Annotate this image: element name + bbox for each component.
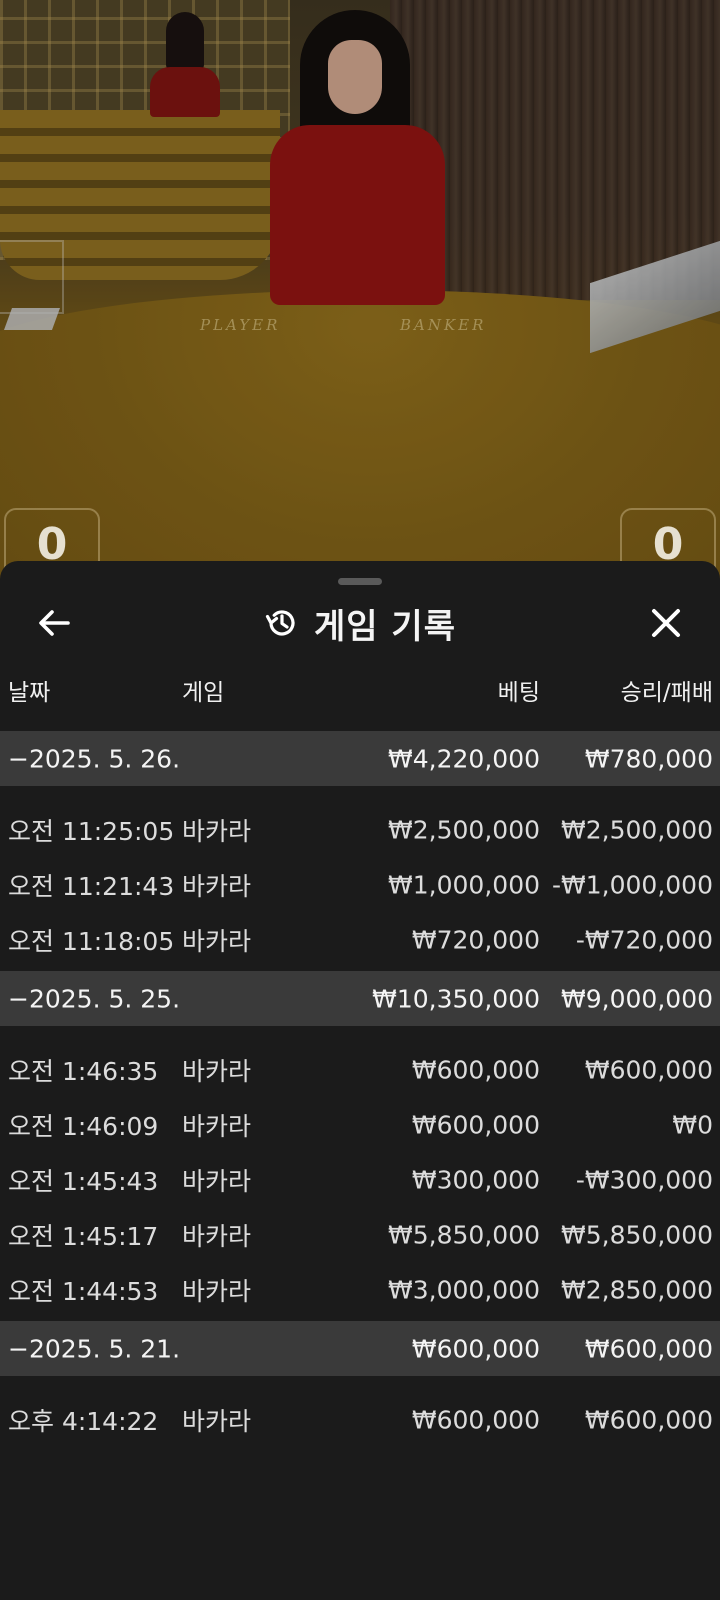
- sheet-title: 게임 기록: [0, 591, 720, 655]
- group-total-win: ₩600,000: [584, 1334, 713, 1363]
- date-group-header[interactable]: −2025. 5. 21. ₩600,000 ₩600,000: [0, 1321, 720, 1376]
- group-total-win: ₩780,000: [584, 744, 713, 773]
- row-bet: ₩3,000,000: [388, 1275, 540, 1304]
- row-win-loss: ₩600,000: [584, 1405, 713, 1434]
- date-group: −2025. 5. 21. ₩600,000 ₩600,000 오후 4:14:…: [0, 1321, 720, 1451]
- history-row[interactable]: 오전 1:44:53 바카라 ₩3,000,000 ₩2,850,000: [0, 1262, 720, 1317]
- date-group-header[interactable]: −2025. 5. 26. ₩4,220,000 ₩780,000: [0, 731, 720, 786]
- history-row[interactable]: 오전 1:45:43 바카라 ₩300,000 -₩300,000: [0, 1152, 720, 1207]
- page-title: 게임 기록: [314, 606, 456, 647]
- row-time: 오전 11:18:05: [8, 926, 175, 956]
- row-game: 바카라: [182, 871, 252, 901]
- game-history-sheet: 게임 기록 날짜 게임 베팅 승리/패배 −2025. 5. 26. ₩4,22…: [0, 561, 720, 1600]
- history-row[interactable]: 오전 11:18:05 바카라 ₩720,000 -₩720,000: [0, 912, 720, 967]
- row-game: 바카라: [182, 1406, 252, 1436]
- table-header: 날짜 게임 베팅 승리/패배: [0, 673, 720, 729]
- column-header-game: 게임: [182, 680, 225, 706]
- row-bet: ₩1,000,000: [388, 870, 540, 899]
- row-game: 바카라: [182, 926, 252, 956]
- row-win-loss: ₩2,500,000: [561, 815, 713, 844]
- row-time: 오전 11:21:43: [8, 871, 175, 901]
- row-bet: ₩720,000: [411, 925, 540, 954]
- column-header-bet: 베팅: [497, 680, 540, 706]
- row-time: 오전 1:46:35: [8, 1056, 159, 1086]
- row-bet: ₩600,000: [411, 1110, 540, 1139]
- live-video-feed: PLAYER BANKER 0 0: [0, 0, 720, 600]
- row-time: 오전 1:45:43: [8, 1166, 159, 1196]
- group-date: −2025. 5. 25.: [8, 984, 181, 1013]
- row-win-loss: ₩0: [672, 1110, 713, 1139]
- group-total-bet: ₩10,350,000: [372, 984, 540, 1013]
- row-bet: ₩300,000: [411, 1165, 540, 1194]
- history-row[interactable]: 오전 11:25:05 바카라 ₩2,500,000 ₩2,500,000: [0, 802, 720, 857]
- date-group: −2025. 5. 25. ₩10,350,000 ₩9,000,000 오전 …: [0, 971, 720, 1321]
- column-header-win-loss: 승리/패배: [620, 680, 713, 706]
- row-win-loss: -₩720,000: [575, 925, 713, 954]
- column-header-date: 날짜: [8, 680, 51, 706]
- row-win-loss: -₩300,000: [575, 1165, 713, 1194]
- group-total-win: ₩9,000,000: [561, 984, 713, 1013]
- drag-handle[interactable]: [338, 578, 382, 585]
- row-time: 오전 1:45:17: [8, 1221, 159, 1251]
- history-list: −2025. 5. 26. ₩4,220,000 ₩780,000 오전 11:…: [0, 731, 720, 1451]
- history-row[interactable]: 오전 1:46:35 바카라 ₩600,000 ₩600,000: [0, 1042, 720, 1097]
- row-time: 오후 4:14:22: [8, 1406, 159, 1436]
- group-total-bet: ₩4,220,000: [388, 744, 540, 773]
- history-row[interactable]: 오전 11:21:43 바카라 ₩1,000,000 -₩1,000,000: [0, 857, 720, 912]
- row-game: 바카라: [182, 1221, 252, 1251]
- row-time: 오전 11:25:05: [8, 816, 175, 846]
- date-group-header[interactable]: −2025. 5. 25. ₩10,350,000 ₩9,000,000: [0, 971, 720, 1026]
- close-button[interactable]: [642, 599, 690, 647]
- row-time: 오전 1:44:53: [8, 1276, 159, 1306]
- row-bet: ₩5,850,000: [388, 1220, 540, 1249]
- row-game: 바카라: [182, 1166, 252, 1196]
- close-icon: [652, 609, 680, 637]
- group-total-bet: ₩600,000: [411, 1334, 540, 1363]
- row-time: 오전 1:46:09: [8, 1111, 159, 1141]
- row-win-loss: ₩600,000: [584, 1055, 713, 1084]
- group-date: −2025. 5. 21.: [8, 1334, 181, 1363]
- group-date: −2025. 5. 26.: [8, 744, 181, 773]
- row-game: 바카라: [182, 816, 252, 846]
- row-game: 바카라: [182, 1056, 252, 1086]
- row-game: 바카라: [182, 1276, 252, 1306]
- row-bet: ₩600,000: [411, 1405, 540, 1434]
- sheet-header: 게임 기록: [0, 591, 720, 655]
- history-row[interactable]: 오후 4:14:22 바카라 ₩600,000 ₩600,000: [0, 1392, 720, 1447]
- row-game: 바카라: [182, 1111, 252, 1141]
- history-row[interactable]: 오전 1:46:09 바카라 ₩600,000 ₩0: [0, 1097, 720, 1152]
- row-win-loss: -₩1,000,000: [552, 870, 713, 899]
- history-row[interactable]: 오전 1:45:17 바카라 ₩5,850,000 ₩5,850,000: [0, 1207, 720, 1262]
- row-bet: ₩2,500,000: [388, 815, 540, 844]
- game-screen: PLAYER BANKER 0 0 게임 기록 날짜 게임 베팅 승리/패배 −…: [0, 0, 720, 1600]
- row-win-loss: ₩5,850,000: [561, 1220, 713, 1249]
- date-group: −2025. 5. 26. ₩4,220,000 ₩780,000 오전 11:…: [0, 731, 720, 971]
- row-bet: ₩600,000: [411, 1055, 540, 1084]
- history-icon: [265, 610, 295, 636]
- row-win-loss: ₩2,850,000: [561, 1275, 713, 1304]
